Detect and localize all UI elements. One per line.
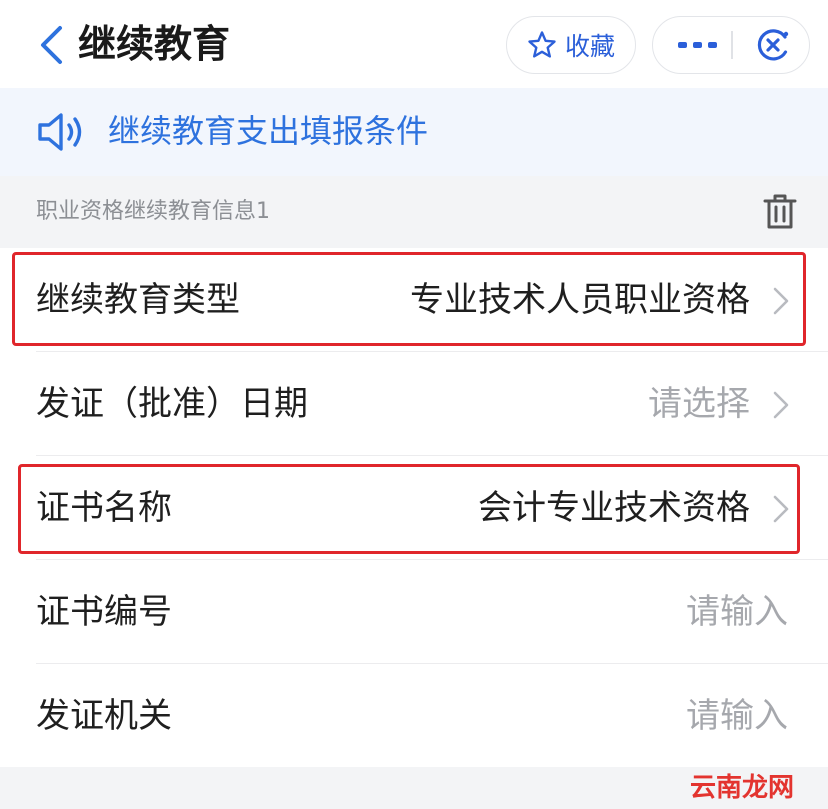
section-title: 职业资格继续教育信息1 bbox=[36, 199, 270, 224]
favorite-label: 收藏 bbox=[564, 32, 615, 61]
chevron-left-icon bbox=[41, 26, 62, 64]
certificate-number-input[interactable]: 请输入 bbox=[686, 586, 788, 638]
chevron-right-icon bbox=[773, 391, 789, 419]
section-header: 职业资格继续教育信息1 bbox=[0, 176, 828, 248]
nav-bar: 继续教育 收藏 bbox=[0, 0, 828, 88]
chevron-right-icon bbox=[773, 495, 789, 523]
field-value: 会计专业技术资格 bbox=[478, 488, 750, 528]
field-label: 发证（批准）日期 bbox=[36, 384, 308, 424]
field-placeholder: 请选择 bbox=[648, 384, 750, 424]
star-icon bbox=[528, 31, 556, 58]
capsule-divider bbox=[731, 31, 733, 59]
mini-program-capsule bbox=[652, 16, 810, 74]
education-form: 继续教育类型 专业技术人员职业资格 发证（批准）日期 请选择 证书名称 会计专业… bbox=[0, 248, 828, 767]
page: 继续教育 收藏 继续教育支出填报条件 职业资格继续教育信息1 继续教育类型 专业… bbox=[0, 0, 828, 809]
form-row-education-type[interactable]: 继续教育类型 专业技术人员职业资格 bbox=[0, 248, 828, 352]
field-value: 专业技术人员职业资格 bbox=[410, 280, 750, 320]
speaker-icon bbox=[38, 113, 82, 151]
form-row-issue-date[interactable]: 发证（批准）日期 请选择 bbox=[0, 352, 828, 456]
chevron-right-icon bbox=[773, 287, 789, 315]
field-label: 证书编号 bbox=[36, 592, 172, 632]
form-row-certificate-number[interactable]: 证书编号 请输入 bbox=[0, 560, 828, 664]
field-label: 证书名称 bbox=[36, 488, 172, 528]
more-dots-icon bbox=[678, 42, 717, 48]
footer: 云南龙网 bbox=[0, 767, 828, 809]
favorite-button[interactable]: 收藏 bbox=[506, 16, 636, 74]
form-row-issuing-authority[interactable]: 发证机关 请输入 bbox=[0, 664, 828, 768]
notice-text[interactable]: 继续教育支出填报条件 bbox=[108, 106, 428, 156]
watermark: 云南龙网 bbox=[689, 773, 794, 803]
notice-bar[interactable]: 继续教育支出填报条件 bbox=[0, 88, 828, 176]
field-label: 继续教育类型 bbox=[36, 280, 240, 320]
field-label: 发证机关 bbox=[36, 696, 172, 736]
back-button[interactable] bbox=[26, 20, 76, 70]
form-row-certificate-name[interactable]: 证书名称 会计专业技术资格 bbox=[0, 456, 828, 560]
close-button[interactable] bbox=[745, 17, 801, 73]
close-circle-icon bbox=[757, 29, 789, 61]
trash-icon bbox=[763, 194, 797, 229]
page-title: 继续教育 bbox=[78, 22, 231, 66]
delete-button[interactable] bbox=[758, 190, 802, 234]
issuing-authority-input[interactable]: 请输入 bbox=[686, 690, 788, 742]
more-button[interactable] bbox=[667, 17, 729, 73]
